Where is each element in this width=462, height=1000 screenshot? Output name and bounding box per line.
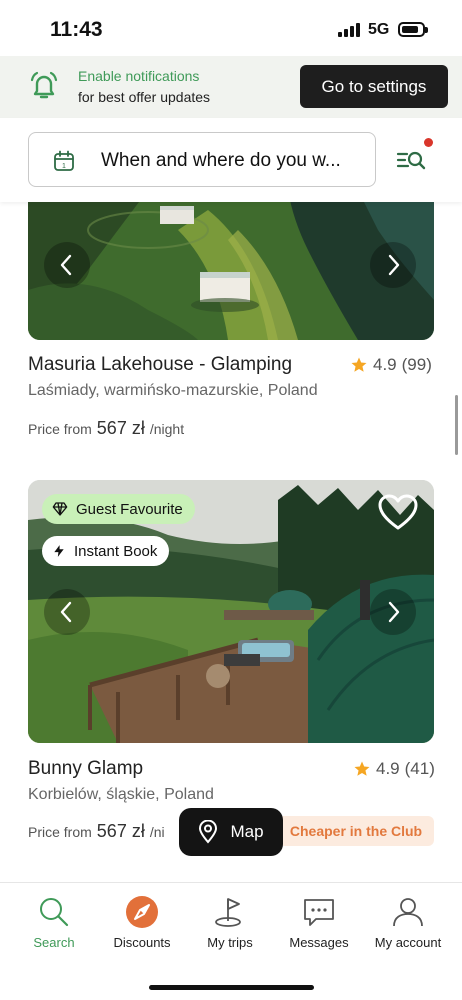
- price-suffix: /ni: [149, 824, 165, 840]
- bottom-navigation: Search Discounts My trips Messages My ac…: [0, 882, 462, 1000]
- nav-item-discounts[interactable]: Discounts: [96, 895, 188, 950]
- search-placeholder: When and where do you w...: [101, 150, 341, 171]
- compass-icon: [126, 896, 158, 928]
- signal-icon: [338, 23, 360, 37]
- listing-rating: 4.9 (41): [353, 759, 435, 779]
- star-icon: [351, 357, 367, 372]
- nav-label: My trips: [207, 935, 253, 950]
- previous-photo-button[interactable]: [44, 588, 90, 635]
- listing-title[interactable]: Bunny Glamp: [28, 758, 143, 780]
- status-time: 11:43: [50, 18, 103, 41]
- listing-rating: 4.9 (99): [350, 355, 432, 375]
- price-amount: 567 zł: [96, 821, 145, 841]
- search-input[interactable]: 1 When and where do you w...: [28, 132, 376, 187]
- battery-icon: [398, 22, 428, 37]
- scrollbar-thumb[interactable]: [455, 395, 458, 455]
- notification-banner: Enable notifications for best offer upda…: [0, 56, 462, 118]
- listing-photo[interactable]: [28, 190, 434, 340]
- go-to-settings-button[interactable]: Go to settings: [300, 65, 448, 108]
- status-bar: 11:43 5G: [0, 0, 462, 56]
- nav-label: Discounts: [113, 935, 171, 950]
- nav-item-my-account[interactable]: My account: [362, 895, 454, 950]
- pin-trips-icon: [215, 898, 241, 927]
- chevron-right-icon: [388, 254, 400, 276]
- search-icon: [40, 898, 69, 927]
- guest-favourite-badge: Guest Favourite: [42, 494, 195, 524]
- map-pin-icon: [199, 820, 218, 844]
- price-prefix: Price from: [28, 824, 92, 840]
- listing-title[interactable]: Masuria Lakehouse - Glamping: [28, 354, 292, 376]
- listing-price: Price from 567 zł /night: [28, 418, 184, 439]
- nav-label: Messages: [289, 935, 349, 950]
- svg-text:1: 1: [62, 163, 66, 170]
- review-count: (41): [404, 759, 435, 778]
- heart-favourite-icon[interactable]: [378, 494, 418, 532]
- rating-value: 4.9: [373, 355, 397, 374]
- price-suffix: /night: [149, 421, 185, 437]
- next-photo-button[interactable]: [370, 588, 416, 635]
- chat-icon: [304, 899, 334, 926]
- listing-location: Laśmiady, warmińsko-mazurskie, Poland: [28, 382, 318, 399]
- map-button-label: Map: [230, 822, 264, 841]
- nav-label: Search: [33, 935, 75, 950]
- listing-price: Price from 567 zł /ni: [28, 821, 165, 842]
- nav-item-messages[interactable]: Messages: [273, 895, 365, 950]
- home-indicator: [149, 985, 314, 990]
- network-label: 5G: [368, 21, 390, 38]
- review-count: (99): [401, 355, 432, 374]
- diamond-icon: [52, 502, 68, 516]
- rating-value: 4.9: [376, 759, 400, 778]
- star-icon: [354, 761, 370, 776]
- nav-item-my-trips[interactable]: My trips: [184, 895, 276, 950]
- instant-book-badge: Instant Book: [42, 536, 170, 566]
- cheaper-in-club-badge: Cheaper in the Club: [278, 816, 434, 846]
- next-photo-button[interactable]: [370, 242, 416, 288]
- map-button[interactable]: Map: [179, 808, 283, 856]
- chevron-left-icon: [60, 254, 72, 276]
- calendar-icon: 1: [54, 150, 74, 171]
- user-icon: [393, 898, 423, 927]
- listing-location: Korbielów, śląskie, Poland: [28, 786, 214, 803]
- lightning-icon: [54, 545, 64, 557]
- previous-photo-button[interactable]: [44, 242, 90, 288]
- notification-title: Enable notifications: [78, 68, 200, 84]
- notification-subtitle: for best offer updates: [78, 89, 211, 105]
- nav-label: My account: [374, 935, 442, 950]
- chevron-right-icon: [388, 601, 400, 622]
- nav-item-search[interactable]: Search: [8, 895, 100, 950]
- price-amount: 567 zł: [96, 418, 145, 438]
- search-filter-icon[interactable]: [396, 146, 428, 174]
- price-prefix: Price from: [28, 421, 92, 437]
- bell-ringing-icon: [30, 71, 58, 99]
- notification-dot: [424, 138, 433, 147]
- badge-label: Instant Book: [74, 542, 158, 560]
- search-bar: 1 When and where do you w...: [0, 118, 462, 202]
- chevron-left-icon: [60, 601, 72, 622]
- badge-label: Guest Favourite: [76, 500, 183, 518]
- listing-photo[interactable]: Guest Favourite Instant Book: [28, 480, 434, 743]
